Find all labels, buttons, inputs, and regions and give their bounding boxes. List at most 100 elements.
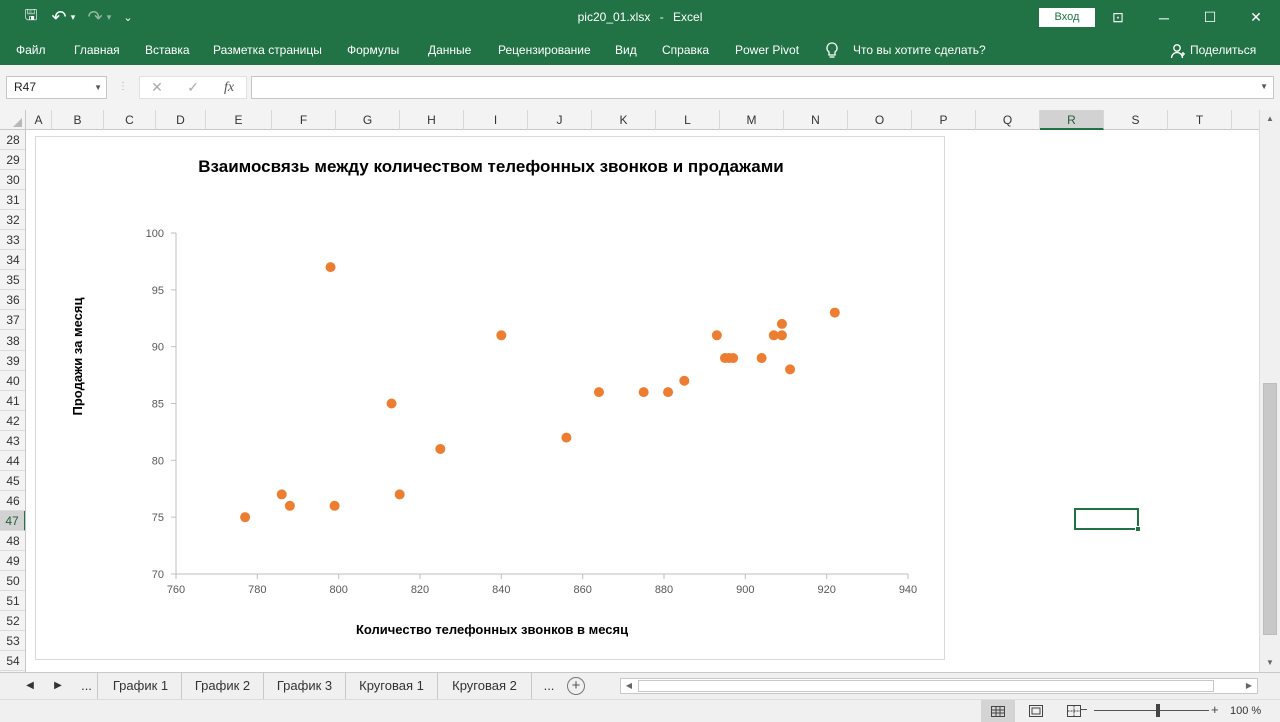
row-header-49[interactable]: 49 xyxy=(0,551,25,572)
tab-power-pivot[interactable]: Power Pivot xyxy=(735,35,799,65)
scroll-down-icon[interactable]: ▼ xyxy=(1260,654,1280,672)
chevron-down-icon[interactable]: ▼ xyxy=(94,77,102,98)
redo-dropdown-icon[interactable]: ▾ xyxy=(104,0,114,35)
selected-cell[interactable] xyxy=(1074,508,1141,532)
row-header-30[interactable]: 30 xyxy=(0,170,25,191)
ribbon-display-options-icon[interactable]: ⊡ xyxy=(1095,0,1141,35)
tab-file[interactable]: Файл xyxy=(16,35,46,65)
sheet-tab-pie-1[interactable]: Круговая 1 xyxy=(346,673,438,699)
zoom-slider-thumb[interactable] xyxy=(1156,704,1160,717)
column-header-p[interactable]: P xyxy=(912,110,976,130)
row-header-28[interactable]: 28 xyxy=(0,130,25,150)
undo-dropdown-icon[interactable]: ▾ xyxy=(68,0,78,35)
row-header-31[interactable]: 31 xyxy=(0,190,25,211)
tab-data[interactable]: Данные xyxy=(428,35,471,65)
scatter-chart[interactable]: 70 75 80 85 90 95 100 760 780 800 820 840 860 880 900 9… xyxy=(35,136,945,660)
row-header-54[interactable]: 54 xyxy=(0,651,25,672)
zoom-level[interactable]: 100 % xyxy=(1230,700,1261,722)
tab-review[interactable]: Рецензирование xyxy=(498,35,591,65)
select-all-button[interactable] xyxy=(0,110,26,130)
formula-input[interactable]: ▼ xyxy=(251,76,1274,99)
column-header-c[interactable]: C xyxy=(104,110,156,130)
data-point[interactable] xyxy=(496,330,507,341)
data-point[interactable] xyxy=(663,387,674,398)
column-header-k[interactable]: K xyxy=(592,110,656,130)
zoom-in-button[interactable]: + xyxy=(1211,702,1219,717)
data-point[interactable] xyxy=(329,500,340,511)
row-header-35[interactable]: 35 xyxy=(0,270,25,291)
tell-me-search[interactable]: Что вы хотите сделать? xyxy=(853,35,986,65)
row-header-36[interactable]: 36 xyxy=(0,290,25,311)
data-point[interactable] xyxy=(284,500,295,511)
undo-icon[interactable]: ↶ xyxy=(48,0,70,35)
column-header-m[interactable]: M xyxy=(720,110,784,130)
data-point[interactable] xyxy=(276,489,287,500)
scroll-right-icon[interactable]: ▶ xyxy=(1241,679,1257,693)
enter-icon[interactable]: ✓ xyxy=(178,77,208,98)
tab-formulas[interactable]: Формулы xyxy=(347,35,399,65)
more-sheets-left[interactable]: ... xyxy=(76,673,98,699)
row-header-37[interactable]: 37 xyxy=(0,310,25,331)
tab-insert[interactable]: Вставка xyxy=(145,35,190,65)
row-header-38[interactable]: 38 xyxy=(0,331,25,351)
row-header-44[interactable]: 44 xyxy=(0,451,25,471)
next-sheet-icon[interactable]: ▶ xyxy=(50,673,66,699)
horizontal-scroll-thumb[interactable] xyxy=(638,680,1214,692)
scroll-up-icon[interactable]: ▲ xyxy=(1260,110,1280,128)
row-header-41[interactable]: 41 xyxy=(0,391,25,411)
row-header-43[interactable]: 43 xyxy=(0,431,25,451)
horizontal-scrollbar[interactable]: ◀ ▶ xyxy=(620,678,1258,694)
row-header-39[interactable]: 39 xyxy=(0,351,25,371)
column-header-r[interactable]: R xyxy=(1040,110,1104,130)
sheet-tab-chart-2[interactable]: График 2 xyxy=(182,673,264,699)
data-point[interactable] xyxy=(394,489,405,500)
data-point[interactable] xyxy=(829,307,840,318)
data-point[interactable] xyxy=(593,387,604,398)
row-header-45[interactable]: 45 xyxy=(0,471,25,491)
column-header-s[interactable]: S xyxy=(1104,110,1168,130)
column-header-h[interactable]: H xyxy=(400,110,464,130)
column-header-n[interactable]: N xyxy=(784,110,848,130)
column-header-q[interactable]: Q xyxy=(976,110,1040,130)
row-header-51[interactable]: 51 xyxy=(0,591,25,612)
row-header-42[interactable]: 42 xyxy=(0,411,25,431)
row-header-53[interactable]: 53 xyxy=(0,631,25,652)
row-header-33[interactable]: 33 xyxy=(0,230,25,251)
sheet-tab-pie-2[interactable]: Круговая 2 xyxy=(438,673,532,699)
signin-button[interactable]: Вход xyxy=(1039,8,1095,27)
data-point[interactable] xyxy=(679,375,690,386)
tab-page-layout[interactable]: Разметка страницы xyxy=(213,35,322,65)
more-sheets-right[interactable]: ... xyxy=(538,673,560,699)
sheet-tab-chart-1[interactable]: График 1 xyxy=(100,673,182,699)
data-point[interactable] xyxy=(561,432,572,443)
row-header-52[interactable]: 52 xyxy=(0,611,25,632)
fill-handle[interactable] xyxy=(1135,526,1141,532)
column-header-o[interactable]: O xyxy=(848,110,912,130)
data-point[interactable] xyxy=(776,330,787,341)
normal-view-icon[interactable] xyxy=(981,700,1015,722)
data-point[interactable] xyxy=(638,387,649,398)
data-point[interactable] xyxy=(325,262,336,273)
row-header-46[interactable]: 46 xyxy=(0,491,25,511)
page-layout-view-icon[interactable] xyxy=(1019,700,1053,722)
chart-title[interactable]: Взаимосвязь между количеством телефонных… xyxy=(36,157,946,177)
sheet-tab-chart-3[interactable]: График 3 xyxy=(264,673,346,699)
column-header-d[interactable]: D xyxy=(156,110,206,130)
data-point[interactable] xyxy=(435,443,446,454)
tab-home[interactable]: Главная xyxy=(74,35,120,65)
data-point[interactable] xyxy=(386,398,397,409)
row-header-50[interactable]: 50 xyxy=(0,571,25,592)
vertical-scrollbar[interactable]: ▲ ▼ xyxy=(1259,110,1280,672)
maximize-icon[interactable]: ☐ xyxy=(1187,0,1233,35)
column-header-t[interactable]: T xyxy=(1168,110,1232,130)
tab-help[interactable]: Справка xyxy=(662,35,709,65)
column-header-l[interactable]: L xyxy=(656,110,720,130)
row-header-48[interactable]: 48 xyxy=(0,531,25,551)
data-point[interactable] xyxy=(240,512,251,523)
y-axis-title[interactable]: Продажи за месяц xyxy=(70,298,85,416)
save-icon[interactable]: 🖫 xyxy=(18,0,44,35)
minimize-icon[interactable]: ─ xyxy=(1141,0,1187,35)
row-header-32[interactable]: 32 xyxy=(0,210,25,231)
vertical-scroll-thumb[interactable] xyxy=(1263,383,1277,635)
insert-function-icon[interactable]: fx xyxy=(214,77,244,98)
